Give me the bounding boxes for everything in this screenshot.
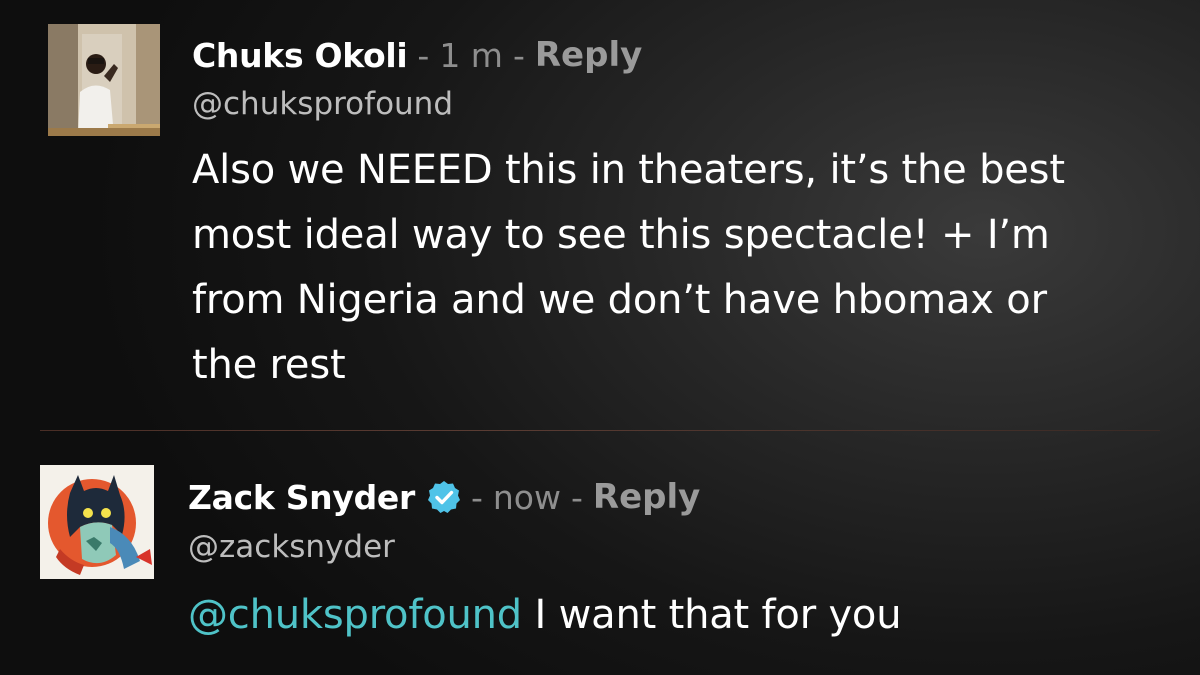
reply-text: I want that for you bbox=[534, 592, 902, 638]
timestamp: 1 m bbox=[439, 35, 503, 75]
comment-body: Also we NEEED this in theaters, it’s the… bbox=[192, 147, 1065, 388]
meta-separator: - bbox=[512, 35, 525, 75]
comment-header: Chuks Okoli - 1 m - Reply bbox=[192, 38, 1092, 72]
avatar-chuks[interactable] bbox=[48, 24, 160, 136]
author-handle[interactable]: @chuksprofound bbox=[192, 89, 1092, 120]
mention-link[interactable]: @chuksprofound bbox=[188, 592, 522, 638]
meta-separator: - bbox=[417, 35, 430, 75]
verified-badge-icon bbox=[427, 481, 460, 513]
comic-art-avatar-icon bbox=[40, 465, 154, 579]
meta-separator: - bbox=[570, 477, 583, 517]
comment-header: Zack Snyder - now - Reply bbox=[188, 480, 1148, 514]
reply-button[interactable]: Reply bbox=[535, 38, 642, 72]
profile-photo-icon bbox=[48, 24, 160, 136]
author-name[interactable]: Chuks Okoli bbox=[192, 39, 408, 72]
author-handle[interactable]: @zacksnyder bbox=[188, 532, 1148, 563]
meta-separator: - bbox=[470, 477, 483, 517]
comment-divider bbox=[40, 430, 1160, 431]
avatar-zack[interactable] bbox=[40, 465, 154, 579]
timestamp: now bbox=[492, 477, 561, 517]
comment-body: @chuksprofound I want that for you bbox=[188, 583, 1148, 648]
reply-button[interactable]: Reply bbox=[593, 480, 700, 514]
author-name[interactable]: Zack Snyder bbox=[188, 481, 415, 514]
